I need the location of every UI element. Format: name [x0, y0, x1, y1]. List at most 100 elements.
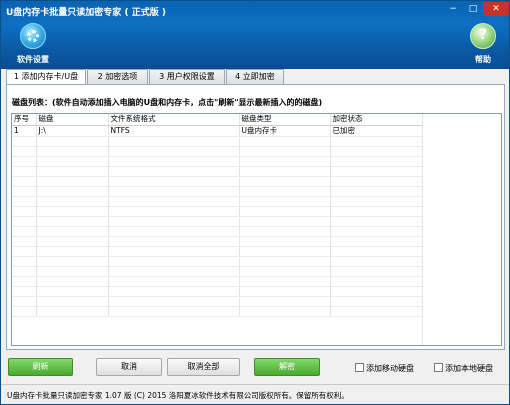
disk-list-table[interactable]: 序号 磁盘 文件系统格式 磁盘类型 加密状态 1 J:\ NTFS U盘内存卡 … [11, 113, 502, 346]
empty-cell [330, 186, 423, 197]
empty-cell [239, 196, 331, 207]
column-header-filesystem[interactable]: 文件系统格式 [108, 114, 240, 126]
tab-add-disk[interactable]: 1 添加内存卡/U盘 [6, 69, 86, 85]
empty-cell [239, 156, 331, 167]
empty-cell [330, 296, 423, 307]
empty-table-row [12, 306, 423, 317]
checkbox-box[interactable] [355, 363, 364, 372]
settings-label: 软件设置 [17, 55, 49, 64]
add-local-disk-checkbox[interactable]: 添加本地硬盘 [434, 363, 493, 374]
empty-table-row [12, 236, 423, 247]
empty-cell [12, 236, 37, 247]
refresh-button[interactable]: 刷新 [8, 358, 73, 376]
add-mobile-disk-checkbox[interactable]: 添加移动硬盘 [355, 363, 414, 374]
empty-cell [239, 176, 331, 187]
status-text: U盘内存卡批量只读加密专家 1.07 版 (C) 2015 洛阳夏冰软件技术有限… [7, 391, 349, 400]
header-bar: U盘内存卡批量只读加密专家 ( 正式版 ) − □ ✕ 软件设置 ? 帮助 [1, 1, 509, 69]
empty-table-row [12, 186, 423, 197]
empty-cell [12, 226, 37, 237]
empty-cell [239, 226, 331, 237]
empty-cell [36, 196, 109, 207]
empty-cell [12, 156, 37, 167]
column-header-disk-type[interactable]: 磁盘类型 [239, 114, 331, 126]
empty-cell [12, 306, 37, 317]
minimize-button[interactable]: − [443, 2, 463, 16]
settings-button[interactable]: 软件设置 [13, 23, 53, 65]
empty-cell [239, 206, 331, 217]
column-header-index[interactable]: 序号 [12, 114, 37, 126]
empty-cell [108, 246, 240, 257]
empty-cell [36, 256, 109, 267]
tab-user-permissions[interactable]: 3 用户权限设置 [149, 69, 225, 84]
cell-filesystem: NTFS [108, 125, 240, 137]
empty-cell [12, 276, 37, 287]
empty-cell [12, 266, 37, 277]
empty-cell [36, 306, 109, 317]
empty-cell [108, 226, 240, 237]
empty-cell [36, 146, 109, 157]
empty-cell [108, 266, 240, 277]
tab-encrypt-options[interactable]: 2 加密选项 [87, 69, 148, 84]
empty-cell [12, 196, 37, 207]
close-button[interactable]: ✕ [483, 2, 509, 16]
empty-table-row [12, 206, 423, 217]
empty-cell [108, 306, 240, 317]
empty-cell [36, 206, 109, 217]
empty-table-row [12, 166, 423, 177]
cancel-all-button[interactable]: 取消全部 [167, 358, 240, 376]
empty-cell [330, 136, 423, 147]
empty-cell [108, 206, 240, 217]
help-button[interactable]: ? 帮助 [465, 23, 501, 65]
table-row[interactable]: 1 J:\ NTFS U盘内存卡 已加密 [12, 125, 423, 137]
empty-cell [239, 266, 331, 277]
tab-encrypt-now[interactable]: 4 立即加密 [226, 69, 284, 84]
empty-cell [12, 246, 37, 257]
decrypt-button[interactable]: 解密 [254, 358, 320, 376]
empty-table-row [12, 226, 423, 237]
column-header-disk[interactable]: 磁盘 [36, 114, 109, 126]
cancel-button[interactable]: 取消 [96, 358, 162, 376]
empty-table-row [12, 256, 423, 267]
empty-cell [239, 166, 331, 177]
empty-cell [108, 166, 240, 177]
empty-cell [12, 176, 37, 187]
empty-cell [239, 286, 331, 297]
empty-cell [239, 146, 331, 157]
empty-cell [330, 176, 423, 187]
empty-table-row [12, 176, 423, 187]
empty-table-row [12, 146, 423, 157]
empty-cell [330, 276, 423, 287]
empty-table-row [12, 246, 423, 257]
empty-cell [12, 146, 37, 157]
empty-cell [12, 136, 37, 147]
app-window: U盘内存卡批量只读加密专家 ( 正式版 ) − □ ✕ 软件设置 ? 帮助 1 … [0, 0, 510, 405]
empty-cell [12, 166, 37, 177]
empty-table-row [12, 266, 423, 277]
empty-cell [239, 246, 331, 257]
empty-cell [36, 236, 109, 247]
empty-cell [330, 166, 423, 177]
empty-cell [330, 236, 423, 247]
empty-cell [330, 286, 423, 297]
empty-cell [12, 206, 37, 217]
disk-list-caption: 磁盘列表：(软件自动添加插入电脑的U盘和内存卡，点击"刷新"显示最新插入的的磁盘… [12, 98, 323, 107]
table-header-row: 序号 磁盘 文件系统格式 磁盘类型 加密状态 [12, 114, 423, 126]
empty-cell [108, 296, 240, 307]
empty-cell [108, 276, 240, 287]
empty-cell [12, 256, 37, 267]
help-icon: ? [470, 23, 496, 49]
empty-table-row [12, 136, 423, 147]
empty-table-row [12, 196, 423, 207]
empty-cell [36, 136, 109, 147]
empty-cell [108, 236, 240, 247]
empty-cell [330, 266, 423, 277]
maximize-button[interactable]: □ [463, 2, 483, 16]
cell-disk: J:\ [36, 125, 109, 137]
help-label: 帮助 [475, 55, 491, 64]
column-header-encrypt-status[interactable]: 加密状态 [330, 114, 423, 126]
checkbox-box[interactable] [434, 363, 443, 372]
empty-cell [36, 296, 109, 307]
empty-cell [330, 146, 423, 157]
empty-cell [330, 216, 423, 227]
cell-encrypt-status: 已加密 [330, 125, 423, 137]
